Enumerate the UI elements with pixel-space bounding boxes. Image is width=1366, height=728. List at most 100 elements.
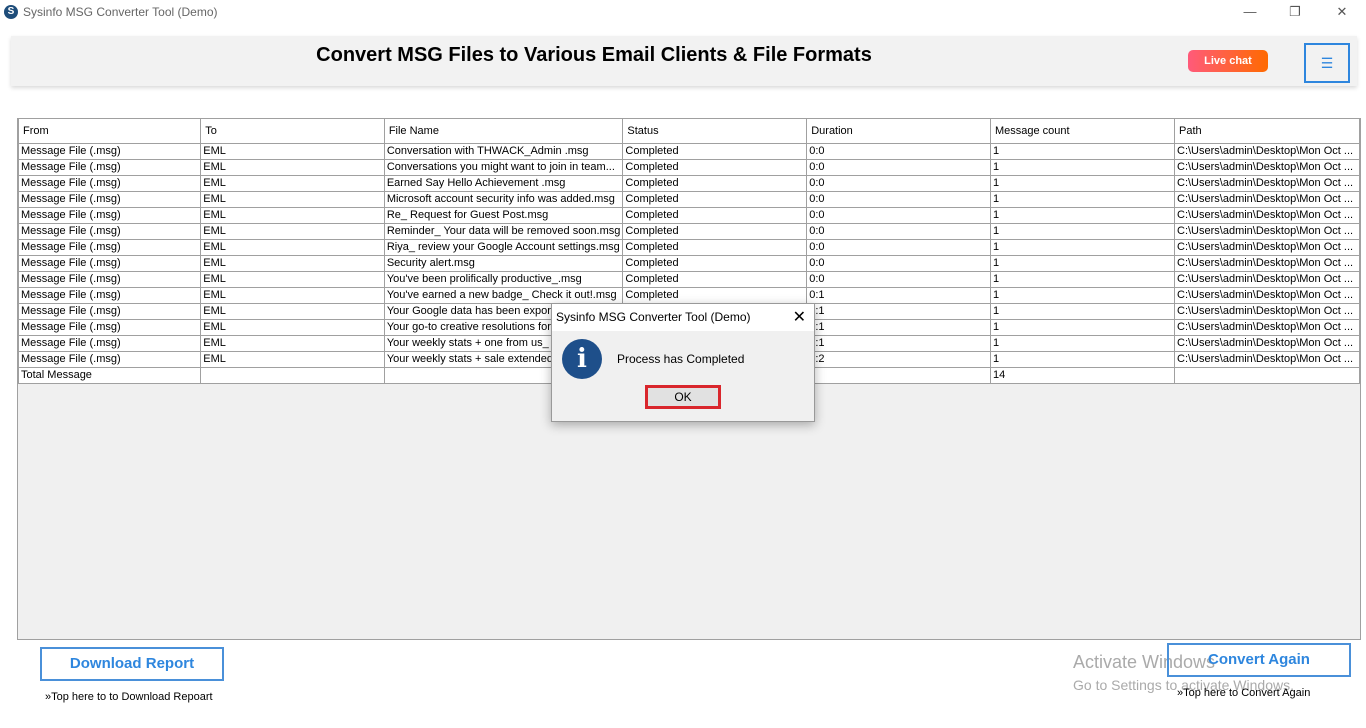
live-chat-button[interactable]: Live chat (1188, 50, 1268, 72)
table-cell: EML (200, 158, 385, 176)
table-cell: Riya_ review your Google Account setting… (383, 238, 624, 256)
table-cell (806, 366, 991, 384)
table-cell: Completed (622, 254, 808, 272)
table-cell: 1 (989, 238, 1176, 256)
table-cell: 1 (989, 142, 1176, 160)
table-cell: C:\Users\admin\Desktop\Mon Oct ... (1174, 286, 1360, 304)
page-title: Convert MSG Files to Various Email Clien… (316, 44, 872, 66)
convert-again-button[interactable]: Convert Again (1167, 643, 1351, 677)
table-cell: You've been prolifically productive_.msg (383, 270, 624, 288)
table-cell: EML (200, 254, 385, 272)
table-cell: Message File (.msg) (17, 270, 202, 288)
table-cell: 0:0 (806, 270, 991, 288)
table-cell: C:\Users\admin\Desktop\Mon Oct ... (1174, 222, 1360, 240)
table-cell: 1 (989, 174, 1176, 192)
table-row[interactable]: Message File (.msg) EML Reminder_ Your dat… (17, 222, 1360, 240)
table-cell: Message File (.msg) (17, 158, 202, 176)
table-cell: Message File (.msg) (17, 142, 202, 160)
table-cell: C:\Users\admin\Desktop\Mon Oct ... (1174, 238, 1360, 256)
minimize-button[interactable]: — (1235, 2, 1265, 22)
table-cell: 0:0 (806, 190, 991, 208)
column-header[interactable]: Duration (806, 119, 991, 144)
table-row[interactable]: Message File (.msg) EML Riya_ review your … (17, 238, 1360, 256)
table-cell: 0:0 (806, 142, 991, 160)
table-row[interactable]: Message File (.msg) EML Conversations you … (17, 158, 1360, 176)
table-cell: Message File (.msg) (17, 222, 202, 240)
table-cell: You've earned a new badge_ Check it out!… (383, 286, 624, 304)
column-header[interactable]: From (17, 119, 202, 144)
table-cell: EML (200, 206, 385, 224)
table-cell: C:\Users\admin\Desktop\Mon Oct ... (1174, 142, 1360, 160)
column-header[interactable]: To (200, 119, 385, 144)
table-cell: 1 (989, 254, 1176, 272)
column-header[interactable]: Message count (989, 119, 1176, 144)
table-cell: 1 (989, 350, 1176, 368)
table-cell: EML (200, 318, 385, 336)
table-cell: C:\Users\admin\Desktop\Mon Oct ... (1174, 350, 1360, 368)
table-cell: EML (200, 190, 385, 208)
table-row[interactable]: Message File (.msg) EML Conversation with … (17, 142, 1360, 160)
table-cell: Conversations you might want to join in … (383, 158, 624, 176)
dialog-close-icon[interactable]: ✕ (793, 307, 806, 327)
table-cell: 1 (989, 190, 1176, 208)
table-cell: 0:1 (806, 302, 991, 320)
table-cell: C:\Users\admin\Desktop\Mon Oct ... (1174, 254, 1360, 272)
table-cell: Message File (.msg) (17, 286, 202, 304)
table-cell: C:\Users\admin\Desktop\Mon Oct ... (1174, 302, 1360, 320)
table-cell: Message File (.msg) (17, 206, 202, 224)
table-cell: 0:2 (806, 350, 991, 368)
table-cell: Security alert.msg (383, 254, 624, 272)
completion-dialog: Sysinfo MSG Converter Tool (Demo) ✕ i Pr… (551, 303, 815, 422)
table-cell: C:\Users\admin\Desktop\Mon Oct ... (1174, 158, 1360, 176)
table-cell: 0:0 (806, 206, 991, 224)
table-row[interactable]: Message File (.msg) EML Re_ Request for Gu… (17, 206, 1360, 224)
table-cell: 0:1 (806, 318, 991, 336)
table-cell: C:\Users\admin\Desktop\Mon Oct ... (1174, 190, 1360, 208)
title-bar: S Sysinfo MSG Converter Tool (Demo) — ❐ … (0, 0, 1366, 26)
header-banner: Convert MSG Files to Various Email Clien… (11, 36, 1357, 86)
column-header[interactable]: Status (622, 119, 808, 144)
table-cell: 1 (989, 270, 1176, 288)
ok-button[interactable]: OK (645, 385, 721, 409)
table-cell: Reminder_ Your data will be removed soon… (383, 222, 624, 240)
table-cell: C:\Users\admin\Desktop\Mon Oct ... (1174, 206, 1360, 224)
table-cell: 1 (989, 206, 1176, 224)
restore-button[interactable]: ❐ (1280, 2, 1310, 22)
table-cell: Completed (622, 270, 808, 288)
column-header[interactable]: File Name (383, 119, 624, 144)
convert-again-hint: »Top here to Convert Again (1177, 687, 1311, 699)
app-logo-icon: S (4, 5, 18, 19)
table-cell: 0:0 (806, 254, 991, 272)
table-row[interactable]: Message File (.msg) EML Earned Say Hello A… (17, 174, 1360, 192)
table-cell: Conversation with THWACK_Admin .msg (383, 142, 624, 160)
table-cell: 1 (989, 334, 1176, 352)
download-report-button[interactable]: Download Report (40, 647, 224, 681)
table-cell: 1 (989, 158, 1176, 176)
table-row[interactable]: Message File (.msg) EML You've been prolif… (17, 270, 1360, 288)
table-cell: Message File (.msg) (17, 350, 202, 368)
table-row[interactable]: Message File (.msg) EML You've earned a ne… (17, 286, 1360, 304)
table-cell: Completed (622, 286, 808, 304)
table-row[interactable]: Message File (.msg) EML Security alert.msg… (17, 254, 1360, 272)
table-cell: EML (200, 174, 385, 192)
table-cell: Re_ Request for Guest Post.msg (383, 206, 624, 224)
table-cell: EML (200, 270, 385, 288)
table-cell (200, 366, 385, 384)
table-cell: Completed (622, 206, 808, 224)
table-cell: EML (200, 222, 385, 240)
window-title: Sysinfo MSG Converter Tool (Demo) (23, 5, 218, 19)
table-cell: Message File (.msg) (17, 238, 202, 256)
table-cell: C:\Users\admin\Desktop\Mon Oct ... (1174, 270, 1360, 288)
table-cell: Message File (.msg) (17, 174, 202, 192)
table-cell: EML (200, 334, 385, 352)
table-cell (1174, 366, 1360, 384)
column-header[interactable]: Path (1174, 119, 1360, 144)
dialog-message: Process has Completed (617, 352, 745, 366)
table-cell: Completed (622, 222, 808, 240)
close-button[interactable]: ✕ (1327, 2, 1357, 22)
table-cell: 0:1 (806, 286, 991, 304)
table-cell: 0:1 (806, 334, 991, 352)
hamburger-menu-icon[interactable]: ☰ (1304, 43, 1350, 83)
table-cell: EML (200, 350, 385, 368)
table-row[interactable]: Message File (.msg) EML Microsoft account … (17, 190, 1360, 208)
